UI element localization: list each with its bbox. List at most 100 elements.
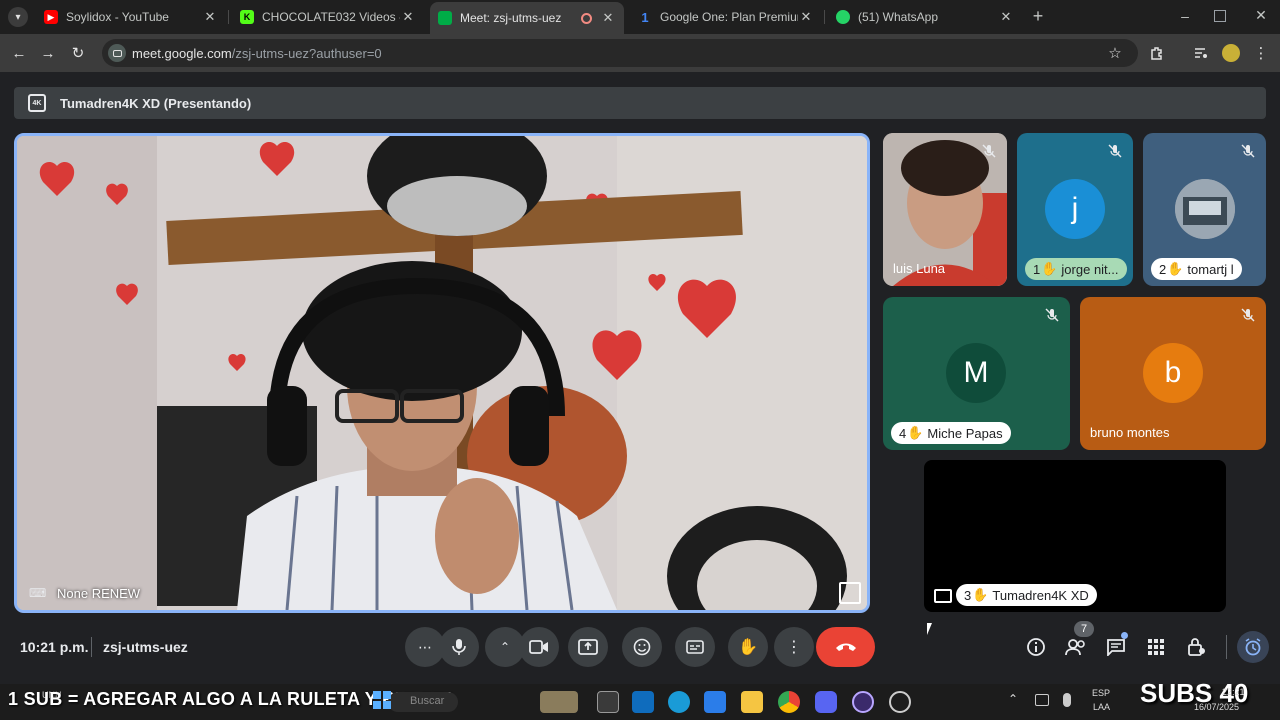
mic-off-icon: [1241, 144, 1255, 158]
edge-icon[interactable]: [668, 691, 690, 713]
back-button[interactable]: ←: [8, 42, 30, 64]
people-icon: [1065, 639, 1085, 656]
divider: [1226, 635, 1227, 659]
close-window-button[interactable]: ✕: [1252, 7, 1270, 25]
close-icon[interactable]: ✕: [998, 9, 1014, 25]
avatar-initial: M: [963, 356, 989, 389]
new-tab-button[interactable]: +: [1028, 6, 1048, 26]
network-icon[interactable]: [1035, 694, 1049, 706]
taskbar-app-icon[interactable]: [540, 691, 578, 713]
windows-start-icon[interactable]: [372, 690, 392, 710]
outlook-icon[interactable]: [632, 691, 654, 713]
chevron-up-icon: ⌃: [499, 640, 511, 654]
site-info-icon[interactable]: [108, 44, 126, 62]
bookmark-star-icon[interactable]: ☆: [1104, 42, 1126, 64]
clock-app-icon[interactable]: [889, 691, 911, 713]
participant-name-chip: 4 ✋ Miche Papas: [891, 422, 1011, 444]
profile-avatar[interactable]: [1220, 42, 1242, 64]
chevron-down-icon: ▾: [15, 11, 21, 23]
mouse-cursor: [927, 623, 932, 635]
camera-icon: [529, 640, 548, 654]
raise-hand-button[interactable]: ✋: [728, 627, 768, 667]
leave-call-button[interactable]: [816, 627, 875, 667]
maximize-button[interactable]: [1214, 10, 1226, 22]
menu-kebab-icon[interactable]: ⋮: [1250, 42, 1272, 64]
participant-tile[interactable]: 2 ✋ tomartj l: [1143, 133, 1266, 286]
presenting-screen-icon: [934, 589, 952, 603]
meeting-info-button[interactable]: [1024, 635, 1048, 659]
tab-separator: [824, 10, 825, 24]
task-view-icon[interactable]: [597, 691, 619, 713]
people-count-badge: 7: [1074, 621, 1094, 637]
obs-icon[interactable]: [852, 691, 874, 713]
taskbar-date[interactable]: 16/07/2025: [1194, 702, 1239, 712]
timer-button[interactable]: [1237, 631, 1269, 663]
participant-name-chip: 2 ✋ tomartj l: [1151, 258, 1242, 280]
tab-kick[interactable]: K CHOCOLATE032 Videos - Watc ✕: [232, 4, 424, 30]
address-bar[interactable]: meet.google.com/zsj-utms-uez?authuser=0: [102, 39, 1138, 67]
participant-name: bruno montes: [1090, 425, 1170, 440]
participant-tile[interactable]: luis Luna: [883, 133, 1007, 286]
discord-icon[interactable]: [815, 691, 837, 713]
speaker-mic-icon: ⌨: [29, 586, 47, 600]
close-icon[interactable]: ✕: [202, 9, 218, 25]
search-box[interactable]: Buscar: [388, 692, 458, 712]
store-icon[interactable]: [704, 691, 726, 713]
raised-hand-icon: ✋: [1041, 261, 1058, 276]
reactions-button[interactable]: [622, 627, 662, 667]
presenter-self-tile[interactable]: 3 ✋ Tumadren4K XD: [924, 460, 1226, 612]
meet-stage: 4K Tumadren4K XD (Presentando) ⌨ None RE…: [0, 72, 1280, 684]
kick-icon: K: [240, 10, 254, 24]
participant-name: tomartj l: [1187, 261, 1234, 277]
pin-crop-icon[interactable]: [839, 582, 861, 604]
raised-hand-icon: ✋: [972, 587, 989, 602]
participant-name: luis Luna: [893, 261, 946, 276]
raised-hand-icon: ✋: [1167, 261, 1184, 276]
tab-youtube[interactable]: ▶ Soylidox - YouTube ✕: [36, 4, 226, 30]
extensions-icon[interactable]: [1146, 42, 1168, 64]
people-button[interactable]: [1064, 635, 1088, 659]
tab-title: CHOCOLATE032 Videos - Watc: [262, 10, 400, 24]
mic-off-icon: [1045, 308, 1059, 322]
more-options-button[interactable]: ⋮: [774, 627, 814, 667]
meeting-time: 10:21 p.m.: [20, 639, 89, 655]
main-speaker-video[interactable]: ⌨ None RENEW: [14, 133, 870, 613]
captions-button[interactable]: [675, 627, 715, 667]
chevron-up-icon[interactable]: ⌃: [1008, 692, 1018, 706]
participant-name: Tumadren4K XD: [992, 587, 1089, 603]
host-controls-button[interactable]: [1184, 635, 1208, 659]
close-icon[interactable]: ✕: [798, 9, 814, 25]
forward-button[interactable]: →: [37, 42, 59, 64]
lock-person-icon: [1188, 638, 1205, 656]
taskbar-clock[interactable]: 22:21: [1222, 687, 1245, 697]
microphone-button[interactable]: [439, 627, 479, 667]
tab-google-one[interactable]: 1 Google One: Plan Premium ✕: [630, 4, 822, 30]
divider: [91, 637, 92, 657]
hand-order: 4: [899, 425, 907, 441]
reload-button[interactable]: ↻: [67, 42, 89, 64]
language-top[interactable]: ESP: [1092, 688, 1110, 698]
info-icon: [1027, 638, 1045, 656]
activities-button[interactable]: [1144, 635, 1168, 659]
tab-whatsapp[interactable]: (51) WhatsApp ✕: [828, 4, 1022, 30]
participant-tile[interactable]: M 4 ✋ Miche Papas: [883, 297, 1070, 450]
url-host: meet.google.com: [132, 45, 232, 61]
tab-meet[interactable]: Meet: zsj-utms-uez ✕: [430, 2, 624, 34]
tab-search-button[interactable]: ▾: [8, 7, 28, 27]
minimize-button[interactable]: –: [1176, 8, 1194, 26]
chat-notification-dot: [1121, 632, 1128, 639]
participant-tile[interactable]: b bruno montes: [1080, 297, 1266, 450]
file-explorer-icon[interactable]: [741, 691, 763, 713]
participant-avatar: j: [1045, 179, 1105, 239]
chrome-icon[interactable]: [778, 691, 800, 713]
present-screen-button[interactable]: [568, 627, 608, 667]
media-controls-icon[interactable]: [1190, 42, 1212, 64]
close-icon[interactable]: ✕: [600, 10, 616, 26]
hand-order: 3: [964, 587, 972, 603]
camera-button[interactable]: [519, 627, 559, 667]
language-bottom[interactable]: LAA: [1093, 702, 1110, 712]
mic-tray-icon[interactable]: [1063, 693, 1071, 707]
close-icon[interactable]: ✕: [400, 9, 416, 25]
participant-tile[interactable]: j 1 ✋ jorge nit...: [1017, 133, 1133, 286]
channel-logo-icon: 4K: [28, 94, 46, 112]
